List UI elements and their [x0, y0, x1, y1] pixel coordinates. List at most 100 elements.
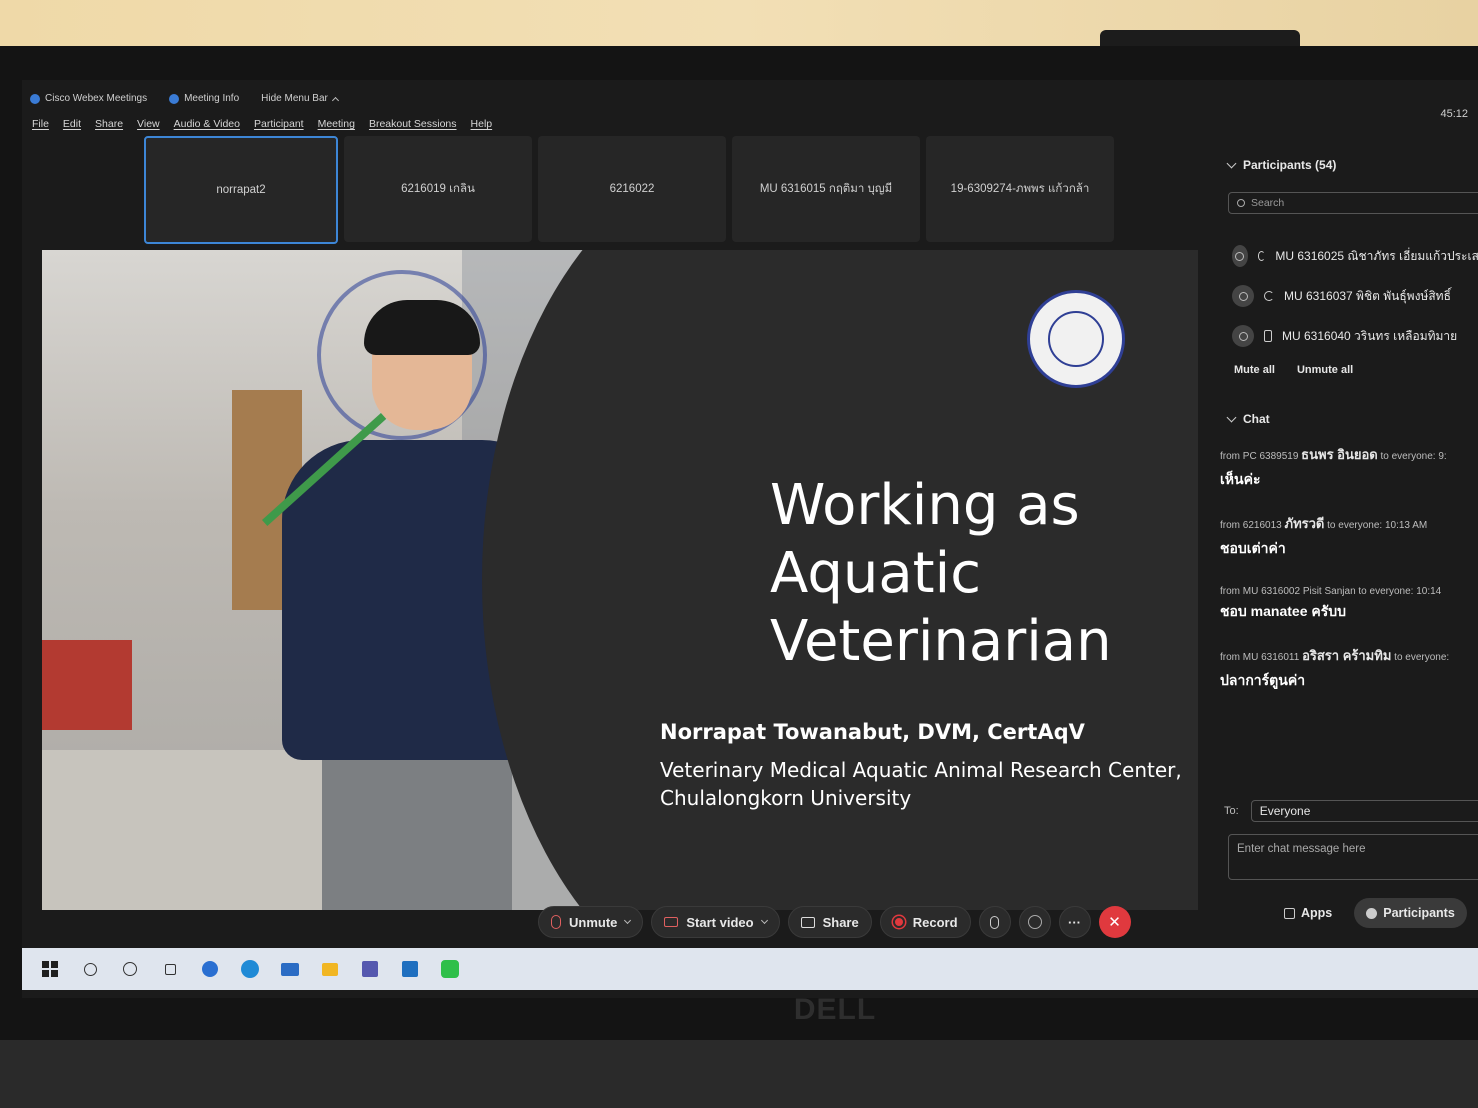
chevron-down-icon: [624, 916, 632, 925]
chat-sender: อริสรา คร้ามทิม: [1302, 648, 1392, 663]
affiliation-line: Veterinary Medical Aquatic Animal Resear…: [660, 758, 1182, 782]
meeting-info-button[interactable]: Meeting Info: [169, 93, 239, 104]
video-thumbnail[interactable]: 6216022: [538, 136, 726, 242]
info-icon: [169, 93, 180, 104]
participant-name: MU 6316037 พิชิต พันธุ์พงษ์สิทธิ์: [1284, 288, 1451, 303]
video-thumbnail[interactable]: 6216019 เกลิน: [344, 136, 532, 242]
slide-title-line: Veterinarian: [770, 609, 1112, 674]
taskbar-app[interactable]: [240, 959, 260, 979]
menu-meeting[interactable]: Meeting: [318, 118, 355, 130]
chat-to-label: To:: [1224, 805, 1239, 817]
windows-taskbar: [22, 948, 1478, 990]
app-title[interactable]: Cisco Webex Meetings: [30, 93, 147, 104]
chat-message: from MU 6316002 Pisit Sanjan to everyone…: [1220, 582, 1478, 623]
participant-item[interactable]: MU 6316040 วรินทร เหลือมทิมาย: [1232, 316, 1478, 356]
chat-messages: from PC 6389519 ธนพร อินยอด to everyone:…: [1220, 444, 1478, 714]
chat-recipient-select[interactable]: Everyone: [1250, 800, 1478, 822]
taskbar-app[interactable]: [360, 959, 380, 979]
slide-title-line: Working as: [770, 473, 1080, 538]
chat-message-input[interactable]: Enter chat message here: [1228, 834, 1478, 880]
menu-file[interactable]: File: [32, 118, 49, 130]
apps-button[interactable]: Apps: [1272, 898, 1344, 928]
vmarc-seal-logo: [1027, 290, 1125, 388]
video-thumbnail-strip: norrapat2 6216019 เกลิน 6216022 MU 63160…: [144, 136, 1114, 244]
participant-item[interactable]: MU 6316025 ณิชาภัทร เอี่ยมแก้วประเสริฐ: [1232, 236, 1478, 276]
menu-edit[interactable]: Edit: [63, 118, 81, 130]
apps-icon: [1284, 907, 1295, 919]
participants-header-label: Participants (54): [1243, 158, 1337, 172]
menu-breakout-sessions[interactable]: Breakout Sessions: [369, 118, 457, 130]
chat-to-time: to everyone: 10:14: [1358, 586, 1442, 597]
task-view-button[interactable]: [160, 959, 180, 979]
chat-from: from PC 6389519: [1220, 451, 1299, 462]
share-button[interactable]: Share: [787, 906, 872, 938]
meeting-timer: 45:12: [1440, 108, 1468, 120]
chat-text: ปลาการ์ตูนค่า: [1220, 672, 1306, 688]
title-bar: Cisco Webex Meetings Meeting Info Hide M…: [22, 80, 1478, 120]
menu-share[interactable]: Share: [95, 118, 123, 130]
shared-slide: Working as Aquatic Veterinarian Norrapat…: [42, 250, 1198, 910]
webex-icon: [202, 961, 218, 977]
participant-name: MU 6316040 วรินทร เหลือมทิมาย: [1282, 328, 1458, 343]
video-thumbnail[interactable]: 19-6309274-ภพพร แก้วกล้า: [926, 136, 1114, 242]
share-label: Share: [822, 914, 859, 930]
record-button[interactable]: Record: [879, 906, 971, 938]
mute-all-button[interactable]: Mute all: [1234, 364, 1275, 376]
more-options-button[interactable]: ···: [1058, 906, 1091, 938]
participants-header[interactable]: Participants (54): [1226, 158, 1337, 172]
presenter-hair: [364, 300, 480, 355]
avatar: [1232, 325, 1254, 347]
camera-off-icon: [664, 917, 679, 927]
raise-hand-button[interactable]: [978, 906, 1011, 938]
reactions-button[interactable]: [1018, 906, 1051, 938]
presenter-pants: [322, 750, 512, 910]
apps-label: Apps: [1301, 906, 1333, 920]
store-icon: [402, 961, 418, 977]
menu-help[interactable]: Help: [471, 118, 493, 130]
taskbar-app[interactable]: [440, 959, 460, 979]
edge-icon: [241, 960, 259, 978]
chat-to-time: to everyone: 10:13 AM: [1327, 520, 1428, 531]
microphone-muted-icon: [551, 915, 561, 929]
cortana-button[interactable]: [120, 959, 140, 979]
participant-name: MU 6316025 ณิชาภัทร เอี่ยมแก้วประเสริฐ: [1275, 248, 1478, 263]
unmute-all-button[interactable]: Unmute all: [1297, 364, 1353, 376]
menu-view[interactable]: View: [137, 118, 160, 130]
slide-title: Working as Aquatic Veterinarian: [770, 472, 1190, 676]
start-button[interactable]: [40, 959, 60, 979]
audio-status-icon: [1257, 251, 1266, 261]
chat-meta: from 6216013 ภัทรวดี to everyone: 10:13 …: [1220, 513, 1478, 534]
participants-button[interactable]: Participants: [1354, 898, 1467, 928]
chevron-down-icon: [1226, 158, 1237, 168]
meeting-controls: Unmute Start video Share Record ··· ✕: [538, 906, 1131, 938]
smiley-icon: [1027, 915, 1042, 929]
chat-from: from MU 6316011: [1220, 652, 1300, 663]
menu-bar: File Edit Share View Audio & Video Parti…: [32, 118, 492, 130]
taskbar-app[interactable]: [400, 959, 420, 979]
chat-sender: ภัทรวดี: [1284, 516, 1325, 531]
taskbar-app[interactable]: [280, 959, 300, 979]
webex-logo-icon: [30, 93, 40, 104]
participants-icon: [1366, 907, 1378, 919]
taskbar-app[interactable]: [200, 959, 220, 979]
unmute-button[interactable]: Unmute: [538, 906, 644, 938]
participants-search-input[interactable]: Search: [1228, 192, 1478, 214]
chat-meta: from MU 6316011 อริสรา คร้ามทิม to every…: [1220, 645, 1478, 666]
menu-audio-video[interactable]: Audio & Video: [174, 118, 240, 130]
participant-item[interactable]: MU 6316037 พิชิต พันธุ์พงษ์สิทธิ์: [1232, 276, 1478, 316]
menu-participant[interactable]: Participant: [254, 118, 304, 130]
leave-meeting-button[interactable]: ✕: [1098, 906, 1131, 938]
hide-menu-bar-button[interactable]: Hide Menu Bar: [261, 93, 339, 104]
video-thumbnail[interactable]: MU 6316015 กฤติมา บุญมี: [732, 136, 920, 242]
chat-header[interactable]: Chat: [1226, 412, 1270, 426]
side-panel: Participants (54) Search MU 6316025 ณิชา…: [1218, 144, 1478, 944]
search-icon: [1237, 199, 1245, 207]
chat-from: from MU 6316002 Pisit Sanjan: [1220, 586, 1356, 597]
participants-list: MU 6316025 ณิชาภัทร เอี่ยมแก้วประเสริฐ M…: [1232, 236, 1478, 356]
video-thumbnail[interactable]: norrapat2: [144, 136, 338, 244]
taskbar-app[interactable]: [320, 959, 340, 979]
search-taskbar-button[interactable]: [80, 959, 100, 979]
hand-icon: [990, 915, 1000, 929]
participants-label: Participants: [1383, 906, 1455, 920]
start-video-button[interactable]: Start video: [651, 906, 780, 938]
